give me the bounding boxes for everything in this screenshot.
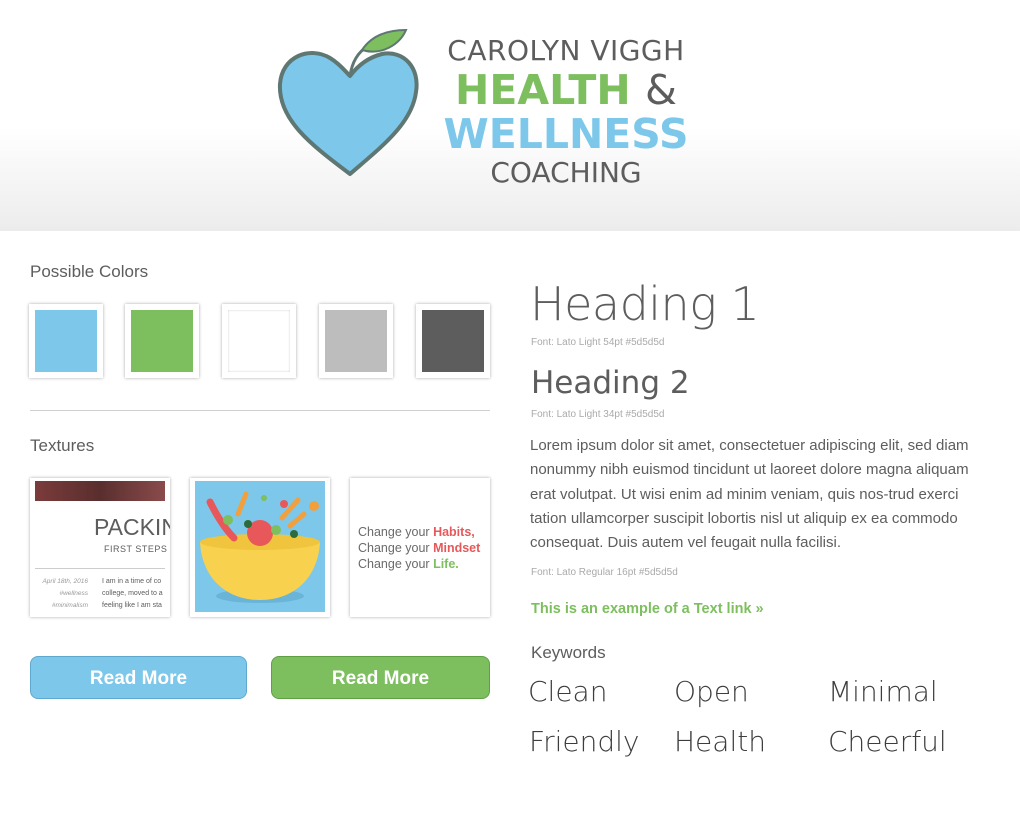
texture-tile-salad [190,478,330,617]
logo-ampersand: & [644,66,677,114]
blog-date: April 18th, 2016 [42,578,88,585]
quote-text: Change your Habits, Change your Mindset … [358,524,480,572]
quote-prefix: Change your [358,557,434,571]
keyword-minimal: Minimal [828,675,938,708]
logo-name: CAROLYN VIGGH [447,34,685,67]
quote-mindset: Mindset [433,541,481,555]
blog-meta: April 18th, 2016 #wellness #minimalism [38,576,88,612]
heading-2-sample: Heading 2 [531,365,690,401]
quote-line: Change your Habits, [358,524,480,540]
quote-line: Change your Mindset [358,540,480,556]
swatch-fill [131,310,193,372]
blog-tag: #minimalism [51,602,88,609]
swatch-fill [35,310,97,372]
color-swatch-blue [29,304,103,378]
blog-body-line: I am in a time of co [102,578,162,585]
quote-prefix: Change your [358,541,434,555]
blog-body-line: feeling like I am sta [102,602,162,609]
heading-1-sample: Heading 1 [530,277,760,331]
keywords-label: Keywords [531,643,606,662]
quote-line: Change your Life. [358,556,480,572]
color-swatch-dark-gray [416,304,490,378]
swatch-fill [228,310,290,372]
heading-2-font-note: Font: Lato Light 34pt #5d5d5d [531,409,665,420]
heart-apple-icon [277,28,419,176]
blog-body: I am in a time of co college, moved to a… [102,576,170,612]
body-font-note: Font: Lato Regular 16pt #5d5d5d [531,567,678,578]
logo-wellness: WELLNESS [443,110,689,158]
blog-title: PACKIN [94,514,170,540]
logo-wordmark: CAROLYN VIGGH HEALTH & WELLNESS COACHING [440,34,692,190]
keyword-health: Health [674,725,766,758]
blog-body-line: college, moved to a [102,590,163,597]
color-swatch-green [125,304,199,378]
blog-subtitle: FIRST STEPS [104,544,168,554]
heading-1-font-note: Font: Lato Light 54pt #5d5d5d [531,337,665,348]
header: CAROLYN VIGGH HEALTH & WELLNESS COACHING [0,0,1020,231]
section-divider [30,410,490,411]
blog-photo [35,481,165,501]
read-more-button-blue[interactable]: Read More [30,656,247,699]
color-swatch-light-gray [319,304,393,378]
blog-tag: #wellness [59,590,88,597]
body-text-sample: Lorem ipsum dolor sit amet, consectetuer… [530,437,969,552]
keyword-open: Open [674,675,749,708]
logo-health-line: HEALTH & [440,68,692,112]
blog-divider [35,568,165,569]
texture-tile-blog: PACKIN FIRST STEPS April 18th, 2016 #wel… [30,478,170,617]
textures-label: Textures [30,436,95,455]
keyword-clean: Clean [528,675,608,708]
text-link-sample[interactable]: This is an example of a Text link » [531,601,764,617]
quote-habits: Habits, [433,525,475,539]
logo-health: HEALTH [455,66,631,114]
swatch-fill [422,310,484,372]
quote-prefix: Change your [358,525,434,539]
color-swatch-white [222,304,296,378]
keyword-friendly: Friendly [529,725,640,758]
swatch-fill [325,310,387,372]
read-more-button-green[interactable]: Read More [271,656,490,699]
quote-life: Life. [433,557,459,571]
texture-tile-quote: Change your Habits, Change your Mindset … [350,478,490,617]
salad-bowl-illustration [195,481,325,612]
possible-colors-label: Possible Colors [30,262,149,281]
keyword-cheerful: Cheerful [828,725,947,758]
logo-coaching: COACHING [490,156,642,189]
